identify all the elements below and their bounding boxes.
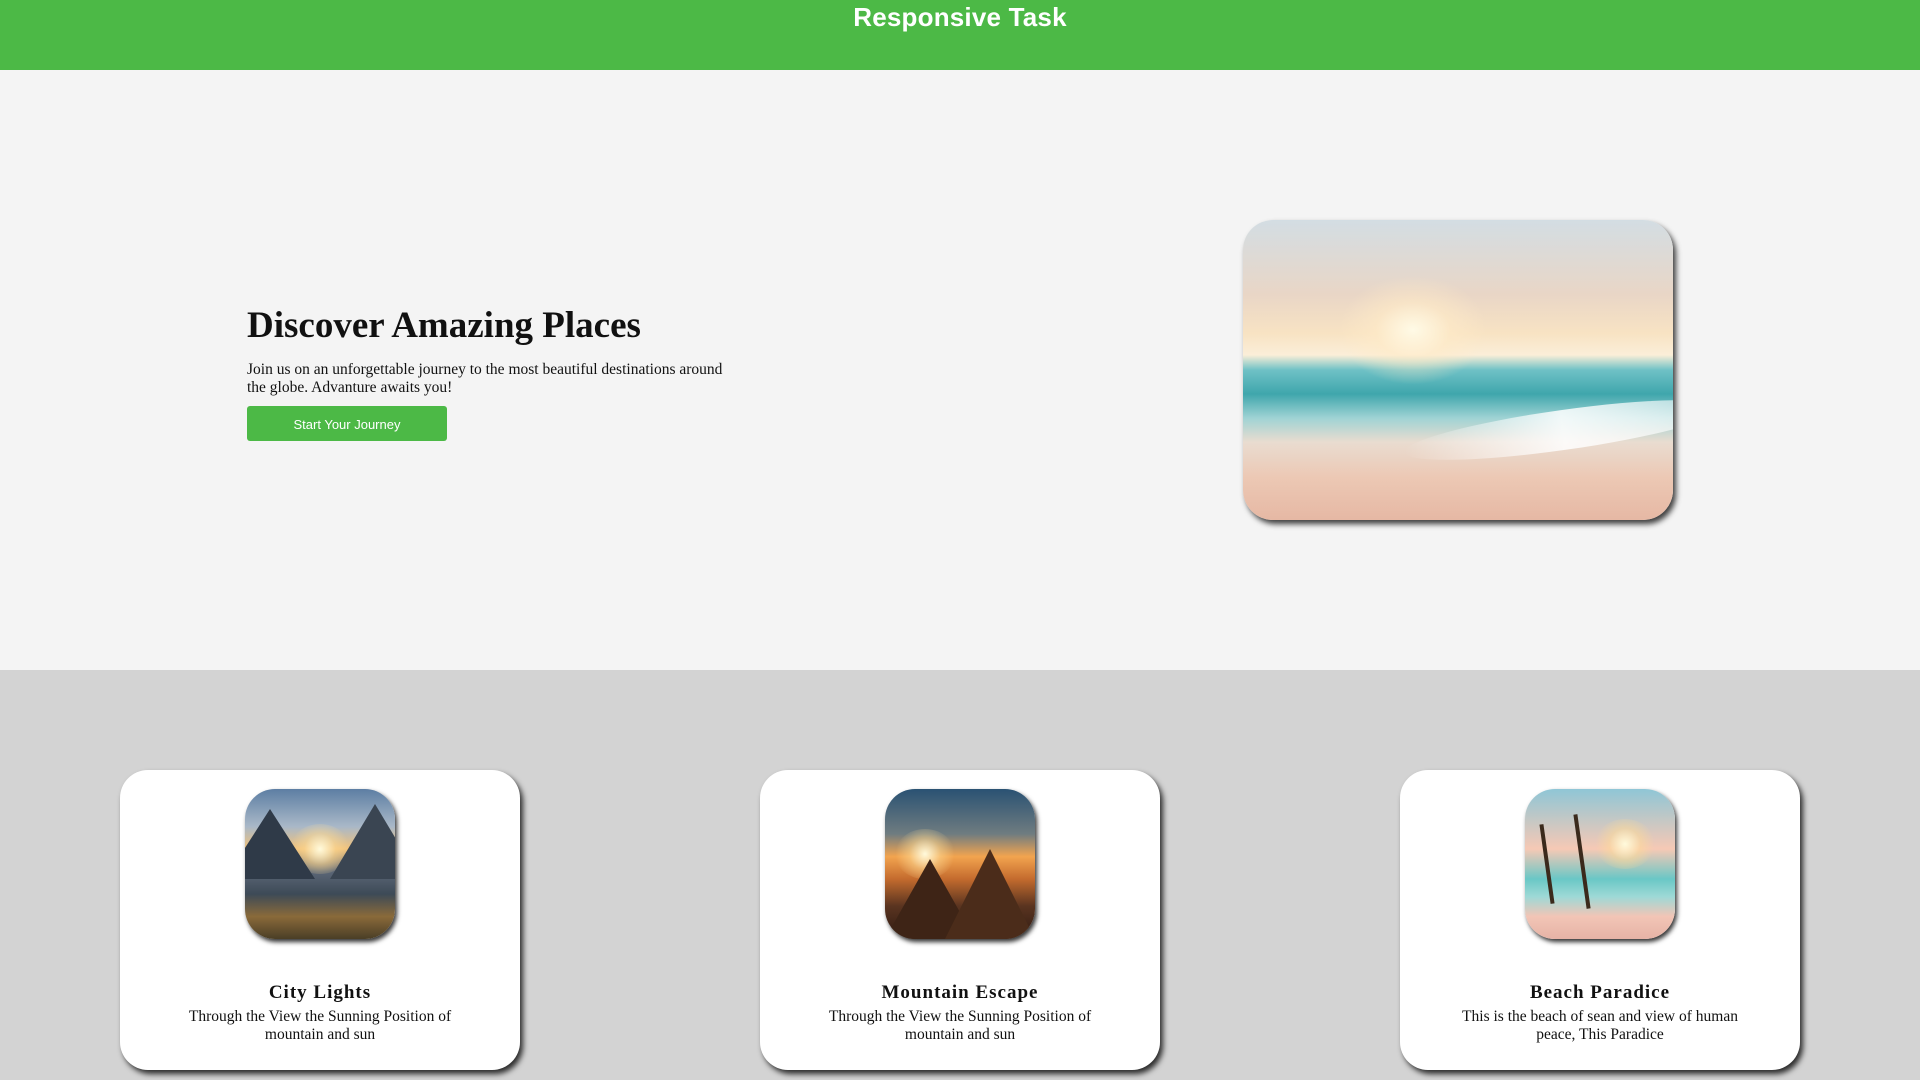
hero-beach-image bbox=[1243, 220, 1673, 520]
card-image-tropical-beach bbox=[1525, 789, 1675, 939]
card-image-mountain-sunrise bbox=[885, 789, 1035, 939]
card-title: Beach Paradice bbox=[1529, 982, 1671, 1003]
card-beach-paradice: Beach Paradice This is the beach of sean… bbox=[1400, 770, 1800, 1070]
start-journey-button[interactable]: Start Your Journey bbox=[247, 406, 447, 441]
card-image-mountain-valley bbox=[245, 789, 395, 939]
wave-foam bbox=[1401, 387, 1673, 473]
card-description: Through the View the Sunning Position of… bbox=[188, 1008, 452, 1043]
card-mountain-escape: Mountain Escape Through the View the Sun… bbox=[760, 770, 1160, 1070]
card-city-lights: City Lights Through the View the Sunning… bbox=[120, 770, 520, 1070]
site-title: Responsive Task bbox=[853, 2, 1067, 32]
hero-text-block: Discover Amazing Places Join us on an un… bbox=[247, 304, 737, 441]
sun-glow bbox=[1338, 275, 1488, 385]
card-description: This is the beach of sean and view of hu… bbox=[1462, 1008, 1738, 1043]
hero-section: Discover Amazing Places Join us on an un… bbox=[0, 70, 1920, 670]
hero-heading: Discover Amazing Places bbox=[247, 305, 641, 346]
destination-cards-section: City Lights Through the View the Sunning… bbox=[0, 670, 1920, 1080]
card-title: City Lights bbox=[268, 982, 372, 1003]
card-description: Through the View the Sunning Position of… bbox=[828, 1008, 1092, 1043]
card-title: Mountain Escape bbox=[881, 982, 1039, 1003]
site-header: Responsive Task bbox=[0, 0, 1920, 70]
hero-description: Join us on an unforgettable journey to t… bbox=[247, 361, 723, 396]
